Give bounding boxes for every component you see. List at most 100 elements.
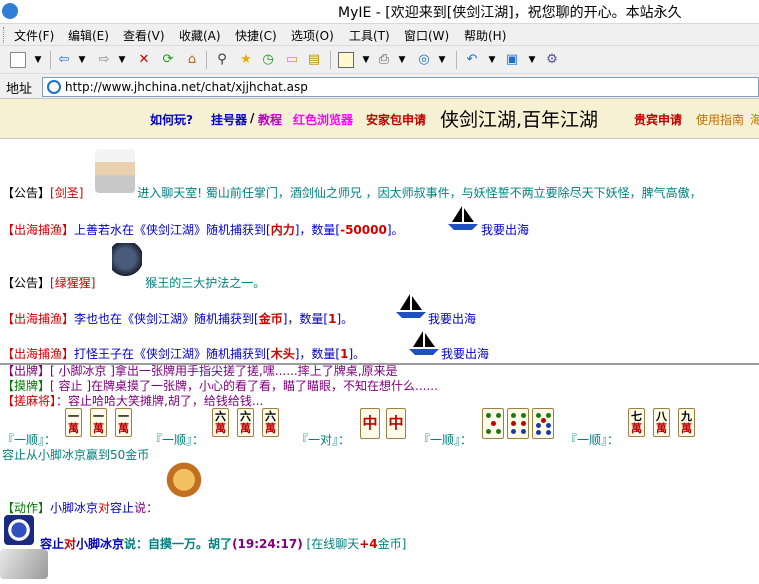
message-name[interactable]: 小脚冰京: [50, 501, 98, 515]
mahjong-tile: 一萬: [65, 408, 82, 437]
tutorial-link[interactable]: 教程: [258, 111, 282, 128]
mahjong-tile: [482, 408, 504, 439]
menu-shortcuts[interactable]: 快捷(C): [235, 27, 277, 44]
back-dropdown-icon[interactable]: ▼: [74, 52, 90, 68]
catch-item: 内力: [270, 223, 295, 237]
message-text: 进入聊天室! 蜀山前任掌门，酒剑仙之师兄 ，因太师叔事件，与妖怪誓不两立要除尽天…: [137, 186, 702, 200]
toolbar: ▼ ⇦ ▼ ⇨ ▼ ✕ ⟳ ⌂ ⚲ ★ ◷ ▭ ▤ ▼ ⎙ ▼ ◎ ▼ ↶ ▼ …: [0, 46, 759, 74]
chat-slogan: 侠剑江湖,百年江湖: [440, 109, 599, 131]
favorites-star-icon[interactable]: ★: [238, 52, 254, 68]
bonus-text: 金币]: [377, 537, 407, 551]
chat-announcement-pane[interactable]: 【公告】[剑圣] 进入聊天室! 蜀山前任掌门，酒剑仙之师兄 ，因太师叔事件，与妖…: [0, 139, 759, 365]
message-name[interactable]: 容止: [110, 501, 134, 515]
undo-dropdown-icon[interactable]: ▼: [484, 52, 500, 68]
catch-item: 木头: [270, 347, 295, 361]
history-icon[interactable]: ◷: [260, 52, 276, 68]
message-tag: 【出海捕渔】: [2, 223, 75, 237]
message-fishing: 【出海捕渔】上善若水在《侠剑江湖》随机捕获到[内力]，数量[-50000]。: [2, 221, 404, 238]
bonus-text: [在线聊天: [302, 537, 360, 551]
window-dropdown-icon[interactable]: ▼: [524, 52, 540, 68]
page-dropdown-icon[interactable]: ▼: [358, 52, 374, 68]
bonus-value: +4: [359, 537, 378, 551]
mahjong-tile: 九萬: [678, 408, 695, 437]
stop-icon[interactable]: ✕: [136, 52, 152, 68]
message-text: 说：: [134, 501, 159, 515]
mahjong-tile: 六萬: [212, 408, 229, 437]
message-name[interactable]: [剑圣]: [50, 186, 83, 200]
message-text: ]，数量[: [294, 347, 341, 361]
menu-options[interactable]: 选项(O): [291, 27, 334, 44]
go-to-sea-link[interactable]: 我要出海: [441, 345, 489, 362]
speech-text: 说：自摸一万。胡了: [124, 537, 233, 551]
toolbar-separator: [330, 51, 331, 69]
menu-file[interactable]: 文件(F): [14, 27, 54, 44]
register-link[interactable]: 挂号器: [211, 111, 247, 128]
plugin-icon[interactable]: ⚙: [544, 52, 560, 68]
menu-view[interactable]: 查看(V): [123, 27, 165, 44]
web-dropdown-icon[interactable]: ▼: [434, 52, 450, 68]
how-to-play-link[interactable]: 如何玩?: [150, 111, 193, 128]
message-text: ]。: [336, 312, 354, 326]
message-text: 对: [64, 537, 77, 551]
message-text: 上善若水在《侠剑江湖》随机捕获到[: [74, 223, 271, 237]
undo-icon[interactable]: ↶: [464, 52, 480, 68]
window-icon[interactable]: ▣: [504, 52, 520, 68]
menu-tools[interactable]: 工具(T): [349, 27, 390, 44]
address-input[interactable]: http://www.jhchina.net/chat/xjjhchat.asp: [42, 77, 759, 97]
new-dropdown-icon[interactable]: ▼: [30, 52, 46, 68]
forward-dropdown-icon[interactable]: ▼: [114, 52, 130, 68]
speaker-name[interactable]: 小脚冰京: [76, 537, 124, 551]
win-message: 容止从小脚冰京赢到50金币: [2, 448, 150, 462]
message-tag: 【公告】: [2, 276, 51, 290]
meld-label: 『一顺』：: [418, 433, 473, 447]
mahjong-tile: 一萬: [115, 408, 132, 437]
menu-window[interactable]: 窗口(W): [404, 27, 449, 44]
refresh-icon[interactable]: ⟳: [160, 52, 176, 68]
vip-link[interactable]: 贵宾申请: [634, 111, 682, 128]
menu-grip: [3, 27, 6, 43]
forward-icon[interactable]: ⇨: [96, 52, 112, 68]
catch-item: 金币: [258, 312, 283, 326]
ship-icon[interactable]: [448, 204, 478, 232]
ie-page-icon: [47, 80, 61, 94]
catch-qty: -50000: [340, 223, 387, 237]
red-browser-link[interactable]: 红色浏览器: [293, 111, 353, 128]
message-tag: 【动作】: [2, 501, 51, 515]
title-bar: MyIE - [欢迎来到[侠剑江湖]，祝您聊的开心。本站永久: [0, 0, 759, 24]
guide-link[interactable]: 使用指南: [696, 111, 744, 128]
print-dropdown-icon[interactable]: ▼: [394, 52, 410, 68]
go-to-sea-link[interactable]: 我要出海: [428, 310, 476, 327]
back-icon[interactable]: ⇦: [56, 52, 72, 68]
message-text: ]。: [348, 347, 366, 361]
message-tag: 【摸牌】: [2, 379, 51, 393]
menu-edit[interactable]: 编辑(E): [68, 27, 109, 44]
home-icon[interactable]: ⌂: [184, 52, 200, 68]
toolbar-separator: [456, 51, 457, 69]
ship-icon[interactable]: [396, 292, 426, 320]
search-icon[interactable]: ⚲: [214, 52, 230, 68]
message-text: ：容止哈哈大笑摊牌,胡了，给钱给钱...: [56, 394, 264, 408]
nav-slash: /: [250, 111, 255, 125]
notes-icon[interactable]: ▤: [306, 52, 322, 68]
new-page-icon[interactable]: [10, 52, 26, 68]
ship-icon[interactable]: [409, 329, 439, 357]
web-icon[interactable]: ◎: [416, 52, 432, 68]
player-avatar: [4, 515, 34, 545]
chat-game-pane[interactable]: 【出牌】[ 小脚冰京 ]拿出一张牌用手指尖搓了搓,嘿......摔上了牌桌,原来…: [0, 365, 759, 584]
toolbar-separator: [50, 51, 51, 69]
mahjong-tile: 八萬: [653, 408, 670, 437]
menu-favorites[interactable]: 收藏(A): [179, 27, 221, 44]
folder-icon[interactable]: ▭: [284, 52, 300, 68]
menu-help[interactable]: 帮助(H): [464, 27, 506, 44]
message-announcement: 【公告】[剑圣] 进入聊天室! 蜀山前任掌门，酒剑仙之师兄 ，因太师叔事件，与妖…: [2, 184, 702, 201]
installer-link[interactable]: 安家包申请: [366, 111, 426, 128]
nav-extra-link[interactable]: 海: [750, 111, 759, 128]
print-icon[interactable]: ⎙: [376, 52, 392, 68]
message-name[interactable]: [绿猩猩]: [50, 276, 95, 290]
page-icon[interactable]: [338, 52, 354, 68]
go-to-sea-link[interactable]: 我要出海: [481, 221, 529, 238]
meld-label: 『一对』：: [296, 433, 351, 447]
crying-face-avatar: [165, 460, 203, 504]
message-tag: 【公告】: [2, 186, 51, 200]
message-fishing: 【出海捕渔】李也也在《侠剑江湖》随机捕获到[金币]，数量[1]。: [2, 310, 353, 327]
